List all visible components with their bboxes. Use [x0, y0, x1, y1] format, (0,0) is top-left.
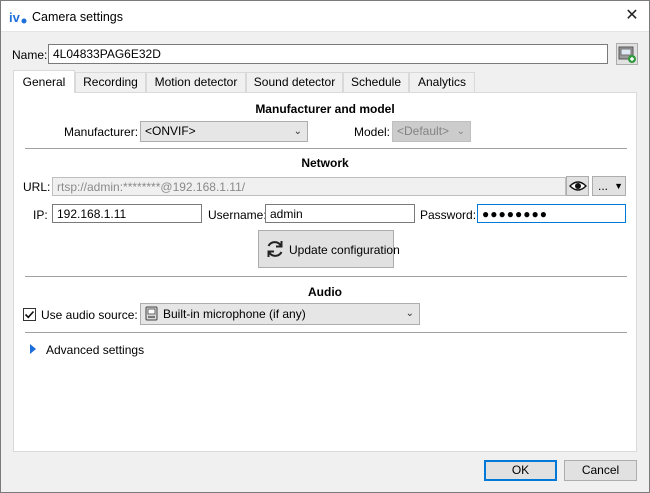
- section-divider: [25, 276, 627, 277]
- url-input[interactable]: [52, 177, 566, 196]
- window-title: Camera settings: [32, 10, 124, 24]
- expand-arrow-icon: [30, 344, 36, 354]
- manufacturer-label: Manufacturer:: [64, 125, 139, 139]
- show-url-button[interactable]: [566, 176, 589, 196]
- microphone-device-icon: [145, 306, 158, 321]
- tab-general[interactable]: General: [13, 70, 75, 93]
- advanced-settings-toggle[interactable]: Advanced settings: [24, 341, 164, 359]
- ip-input[interactable]: [52, 204, 202, 223]
- model-label: Model:: [354, 125, 391, 139]
- chevron-down-icon: ⌄: [293, 126, 302, 137]
- model-select[interactable]: <Default> ⌄: [392, 121, 471, 142]
- password-label: Password:: [420, 208, 477, 222]
- tab-motion-detector[interactable]: Motion detector: [146, 72, 246, 93]
- ip-label: IP:: [33, 208, 48, 222]
- manufacturer-select[interactable]: <ONVIF> ⌄: [140, 121, 308, 142]
- audio-source-select[interactable]: Built-in microphone (if any) ⌄: [140, 303, 420, 325]
- title-bar: iv Camera settings ✕: [1, 1, 649, 32]
- use-audio-label: Use audio source:: [41, 308, 138, 322]
- audio-section-title: Audio: [308, 285, 342, 299]
- username-label: Username:: [208, 208, 267, 222]
- cancel-button[interactable]: Cancel: [564, 460, 637, 481]
- save-config-icon: [618, 46, 636, 63]
- tab-recording[interactable]: Recording: [75, 72, 146, 93]
- manufacturer-section-title: Manufacturer and model: [255, 102, 395, 116]
- svg-text:iv: iv: [9, 10, 21, 25]
- checkmark-icon: [24, 310, 35, 319]
- password-input[interactable]: [477, 204, 626, 223]
- close-icon: ✕: [625, 7, 639, 24]
- update-configuration-button[interactable]: Update configuration: [258, 230, 400, 268]
- refresh-icon: [267, 241, 283, 257]
- camera-settings-dialog: iv Camera settings ✕ Name: General Recor…: [0, 0, 650, 493]
- url-options-button[interactable]: ... ▼: [592, 176, 626, 196]
- network-section-title: Network: [301, 156, 349, 170]
- url-label: URL:: [23, 180, 51, 194]
- chevron-down-icon: ⌄: [405, 308, 414, 319]
- tab-schedule[interactable]: Schedule: [343, 72, 409, 93]
- tab-analytics[interactable]: Analytics: [409, 72, 475, 93]
- name-label: Name:: [12, 48, 48, 62]
- dropdown-arrow-icon: ▼: [614, 181, 623, 191]
- save-name-button[interactable]: [616, 43, 638, 65]
- ok-button[interactable]: OK: [484, 460, 557, 481]
- chevron-down-icon: ⌄: [456, 126, 465, 137]
- section-divider: [25, 332, 627, 333]
- eye-icon: [568, 181, 587, 191]
- username-input[interactable]: [265, 204, 415, 223]
- name-input[interactable]: [48, 44, 608, 64]
- section-divider: [25, 148, 627, 149]
- general-tab-panel: Manufacturer and model Manufacturer: <ON…: [13, 92, 637, 452]
- tab-sound-detector[interactable]: Sound detector: [246, 72, 343, 93]
- use-audio-checkbox[interactable]: [23, 308, 36, 321]
- close-button[interactable]: ✕: [621, 5, 643, 27]
- iv-logo-icon: iv: [9, 10, 27, 25]
